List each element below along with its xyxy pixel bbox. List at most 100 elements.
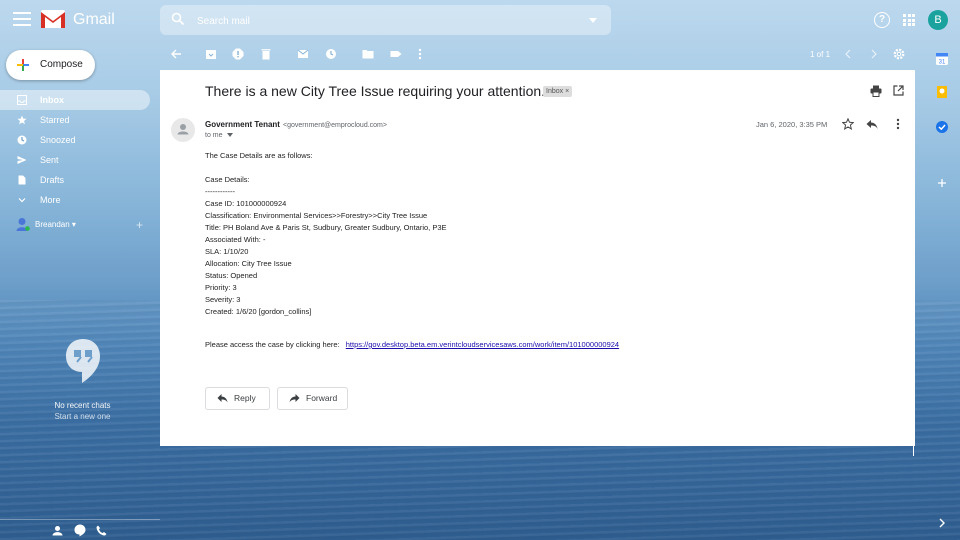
star-icon xyxy=(17,115,27,125)
body-line: ------------ xyxy=(205,187,235,196)
snooze-icon[interactable] xyxy=(325,48,337,60)
contacts-icon[interactable] xyxy=(52,525,63,536)
show-details-icon[interactable] xyxy=(226,133,233,138)
sidebar-item-label: Inbox xyxy=(40,95,64,105)
chevron-down-icon xyxy=(18,198,26,203)
back-arrow-icon[interactable] xyxy=(170,48,182,60)
more-options-icon[interactable] xyxy=(896,118,900,130)
add-chat-icon[interactable]: + xyxy=(136,218,143,232)
inbox-icon xyxy=(17,95,27,105)
add-addon-icon[interactable] xyxy=(935,176,949,190)
forward-label: Forward xyxy=(306,393,338,403)
label-icon[interactable] xyxy=(390,48,402,60)
email-subject: There is a new City Tree Issue requiring… xyxy=(205,83,546,99)
body-line xyxy=(205,162,447,174)
scrollbar-stub[interactable] xyxy=(913,446,914,456)
hangouts-user-name: Breandan ▾ xyxy=(35,220,76,229)
archive-icon[interactable] xyxy=(205,48,217,60)
inbox-label-chip[interactable]: Inbox × xyxy=(543,86,573,97)
next-page-icon[interactable] xyxy=(870,48,878,60)
body-line: SLA: 1/10/20 xyxy=(205,247,249,256)
clock-icon xyxy=(17,135,27,145)
sidebar-item-label: Sent xyxy=(40,155,59,165)
email-body: The Case Details are as follows: Case De… xyxy=(205,150,447,318)
compose-button[interactable]: Compose xyxy=(6,50,95,80)
default-person-icon xyxy=(177,124,189,135)
body-line: Allocation: City Tree Issue xyxy=(205,259,292,268)
user-icon xyxy=(16,218,30,231)
sidebar-item-sent[interactable]: Sent xyxy=(0,150,150,170)
gmail-logo-icon[interactable] xyxy=(40,9,66,29)
sidebar-nav: Inbox Starred Snoozed Sent Drafts More xyxy=(0,90,150,210)
open-in-new-window-icon[interactable] xyxy=(893,85,904,96)
search-icon[interactable] xyxy=(171,12,185,26)
draft-icon xyxy=(18,175,26,185)
forward-button[interactable]: Forward xyxy=(277,387,348,410)
body-line: Status: Opened xyxy=(205,271,258,280)
help-icon[interactable]: ? xyxy=(874,12,890,28)
star-icon[interactable] xyxy=(842,118,854,130)
apps-grid-icon[interactable] xyxy=(903,14,915,26)
top-bar: Gmail ? B xyxy=(0,0,960,40)
account-avatar[interactable]: B xyxy=(928,10,948,30)
hangouts-tab-icon[interactable] xyxy=(74,524,86,537)
body-line: Classification: Environmental Services>>… xyxy=(205,211,428,220)
body-line: Title: PH Boland Ave & Paris St, Sudbury… xyxy=(205,223,447,232)
tasks-icon[interactable] xyxy=(935,120,949,134)
delete-icon[interactable] xyxy=(260,48,272,60)
sender-email: <government@emprocloud.com> xyxy=(282,122,387,129)
sidebar-item-more[interactable]: More xyxy=(0,190,150,210)
search-bar[interactable] xyxy=(160,5,611,35)
hangouts-icon xyxy=(65,339,100,383)
body-line: Case Details: xyxy=(205,175,250,184)
hangouts-user[interactable]: Breandan ▾ + xyxy=(0,216,150,236)
sidebar-item-label: Starred xyxy=(40,115,70,125)
search-options-icon[interactable] xyxy=(589,18,597,23)
body-line: Created: 1/6/20 [gordon_collins] xyxy=(205,307,312,316)
sidebar-item-drafts[interactable]: Drafts xyxy=(0,170,150,190)
recipient-details[interactable]: to me xyxy=(205,132,233,139)
svg-text:31: 31 xyxy=(939,60,946,66)
sender-name[interactable]: Government Tenant <government@emprocloud.… xyxy=(205,120,387,129)
side-panel: 31 xyxy=(925,40,960,540)
move-to-icon[interactable] xyxy=(362,48,374,60)
settings-gear-icon[interactable] xyxy=(893,48,905,60)
access-line: Please access the case by clicking here:… xyxy=(205,340,619,349)
more-actions-icon[interactable] xyxy=(418,48,422,60)
sidebar-item-label: Drafts xyxy=(40,175,65,185)
email-date: Jan 6, 2020, 3:35 PM xyxy=(756,120,828,129)
sidebar-item-inbox[interactable]: Inbox xyxy=(0,90,150,110)
reply-icon[interactable] xyxy=(866,118,878,130)
phone-icon[interactable] xyxy=(96,525,107,536)
send-icon xyxy=(17,156,27,164)
reply-label: Reply xyxy=(234,393,256,403)
mark-unread-icon[interactable] xyxy=(297,48,309,60)
calendar-icon[interactable]: 31 xyxy=(935,52,949,66)
sidebar-item-label: More xyxy=(40,195,61,205)
app-name: Gmail xyxy=(73,11,115,28)
compose-plus-icon xyxy=(17,59,29,71)
hangouts-tabs xyxy=(50,524,110,538)
access-text: Please access the case by clicking here: xyxy=(205,340,340,349)
pagination-count: 1 of 1 xyxy=(810,50,831,59)
sender-avatar xyxy=(171,118,195,142)
body-line: Case ID: 101000000924 xyxy=(205,199,287,208)
print-icon[interactable] xyxy=(870,85,882,97)
expand-panel-icon[interactable] xyxy=(938,518,946,528)
sidebar-item-starred[interactable]: Starred xyxy=(0,110,150,130)
body-line: Severity: 3 xyxy=(205,295,241,304)
compose-label: Compose xyxy=(40,59,83,70)
body-line: The Case Details are as follows: xyxy=(205,151,313,160)
main-menu-icon[interactable] xyxy=(13,12,31,26)
sidebar-item-label: Snoozed xyxy=(40,135,76,145)
case-link[interactable]: https://gov.desktop.beta.em.verintclouds… xyxy=(346,340,619,349)
report-spam-icon[interactable] xyxy=(232,48,244,60)
start-chat-link[interactable]: Start a new one xyxy=(0,412,165,421)
search-input[interactable] xyxy=(195,11,579,31)
body-line: Associated With: - xyxy=(205,235,266,244)
divider xyxy=(0,519,160,520)
previous-page-icon[interactable] xyxy=(844,48,852,60)
reply-button[interactable]: Reply xyxy=(205,387,270,410)
sidebar-item-snoozed[interactable]: Snoozed xyxy=(0,130,150,150)
keep-icon[interactable] xyxy=(935,85,949,99)
